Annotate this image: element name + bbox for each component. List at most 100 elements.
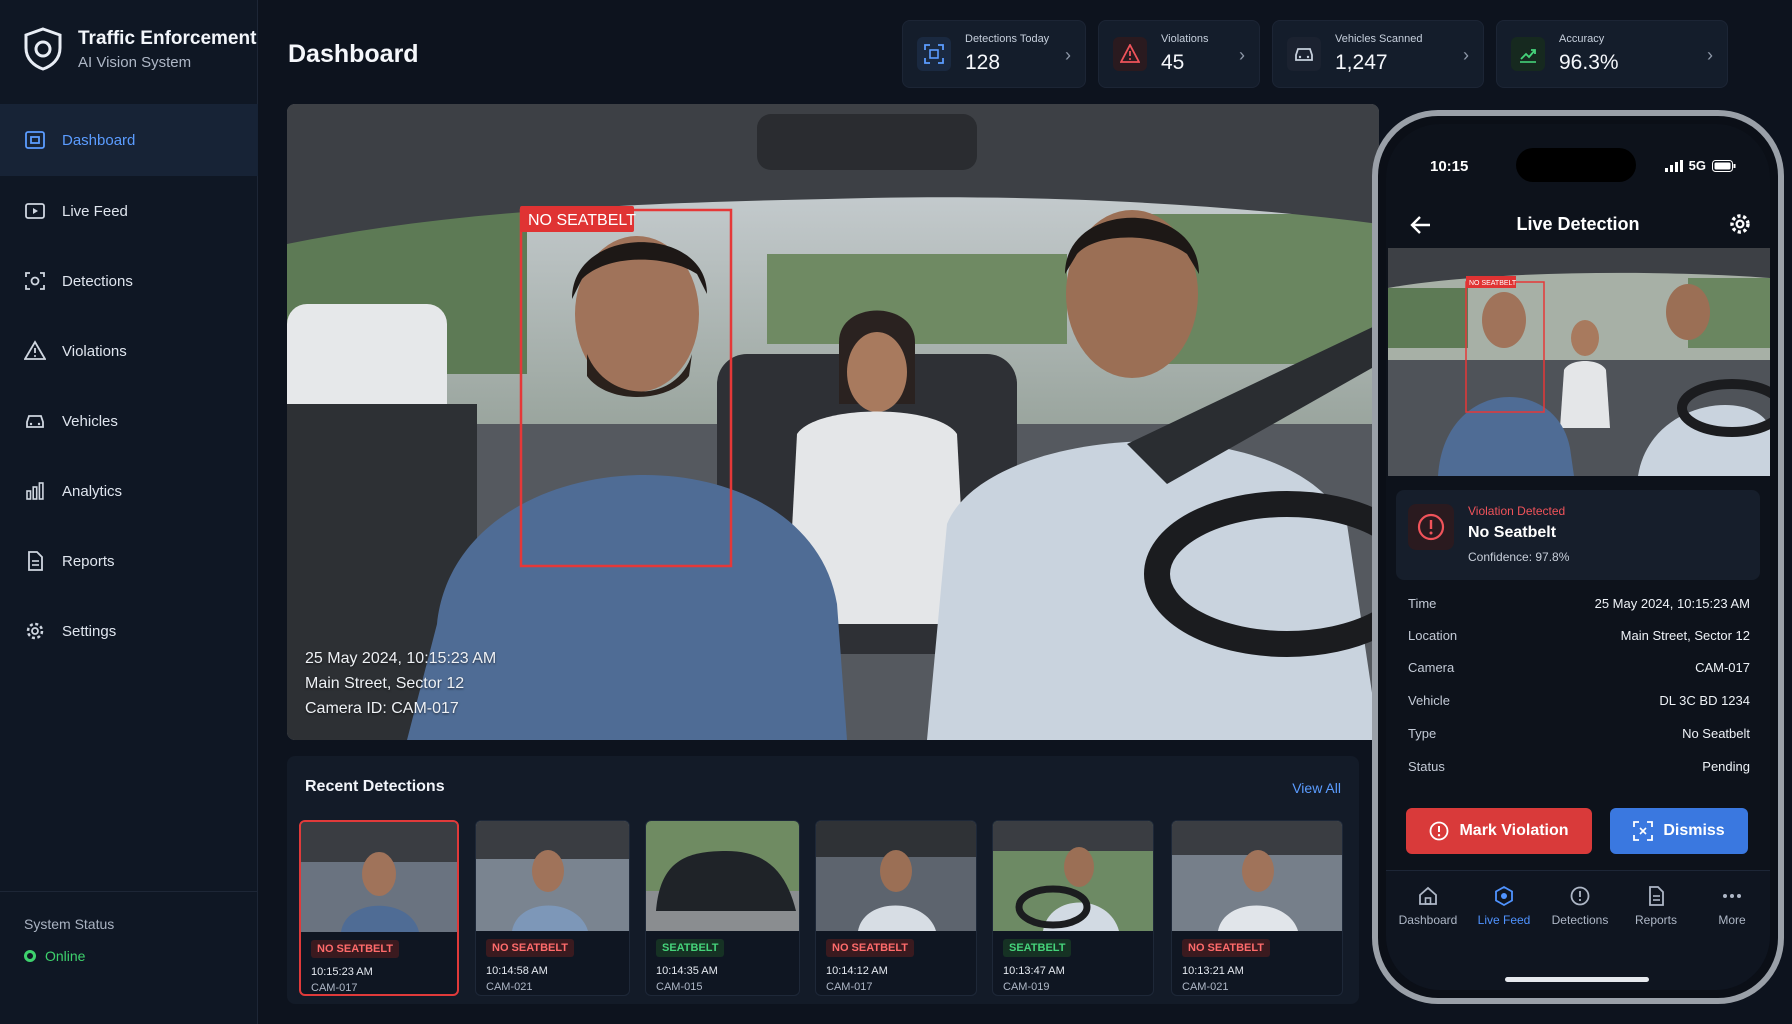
signal-icon (1664, 159, 1683, 172)
app-title: Traffic Enforcement (78, 27, 257, 49)
alert-circle-icon (1570, 886, 1590, 906)
tab-more[interactable]: More (1694, 885, 1770, 927)
tab-label: Detections (1551, 913, 1609, 927)
phone-mockup: 10:15 5G Live Detection NO SEATBELT Viol… (1372, 110, 1784, 1004)
sidebar-item-label: Reports (62, 552, 115, 570)
phone-live-feed[interactable]: NO SEATBELT (1388, 248, 1770, 476)
sidebar-item-label: Dashboard (62, 131, 136, 149)
car-interior-image: NO SEATBELT (287, 104, 1379, 740)
status-badge: NO SEATBELT (486, 939, 574, 957)
detail-key: Time (1408, 596, 1437, 611)
stat-card-accuracy[interactable]: Accuracy 96.3% › (1496, 20, 1728, 88)
sidebar-divider (0, 891, 258, 892)
chevron-right-icon: › (1463, 45, 1469, 65)
detail-row-location: Location Main Street, Sector 12 (1408, 628, 1750, 643)
sidebar-item-live-feed[interactable]: Live Feed (0, 176, 258, 246)
detection-thumbnail[interactable]: NO SEATBELT 10:14:12 AM CAM-017 (815, 820, 977, 996)
gear-icon (26, 622, 44, 640)
chevron-right-icon: › (1239, 45, 1245, 65)
detail-row-time: Time 25 May 2024, 10:15:23 AM (1408, 596, 1750, 611)
detail-row-type: Type No Seatbelt (1408, 726, 1750, 741)
sidebar-item-label: Detections (62, 272, 133, 290)
app-root: Traffic Enforcement AI Vision System Das… (0, 0, 1792, 1024)
detection-thumbnail[interactable]: SEATBELT 10:13:47 AM CAM-019 (992, 820, 1154, 996)
sidebar-item-reports[interactable]: Reports (0, 526, 258, 596)
phone-feed-image: NO SEATBELT (1388, 248, 1770, 476)
detection-thumbnail[interactable]: NO SEATBELT 10:15:23 AM CAM-017 (299, 820, 459, 996)
tab-reports[interactable]: Reports (1618, 885, 1694, 927)
scan-icon (917, 37, 951, 71)
dynamic-island (1516, 148, 1636, 182)
document-icon (28, 551, 43, 571)
thumbnail-camera: CAM-017 (826, 981, 873, 993)
sidebar-item-vehicles[interactable]: Vehicles (0, 386, 258, 456)
detection-thumbnail[interactable]: SEATBELT 10:14:35 AM CAM-015 (645, 820, 800, 996)
tab-live-feed[interactable]: Live Feed (1466, 885, 1542, 927)
sidebar: Traffic Enforcement AI Vision System Das… (0, 0, 258, 1024)
detail-value: No Seatbelt (1682, 726, 1750, 741)
sidebar-item-dashboard[interactable]: Dashboard (0, 104, 258, 176)
tab-label: Dashboard (1398, 913, 1458, 927)
detail-row-camera: Camera CAM-017 (1408, 660, 1750, 675)
dashboard-icon (25, 131, 45, 149)
status-badge: SEATBELT (656, 939, 725, 957)
battery-icon (1712, 159, 1736, 172)
detection-thumbnail[interactable]: NO SEATBELT 10:14:58 AM CAM-021 (475, 820, 630, 996)
alert-circle-icon (1430, 821, 1449, 841)
sidebar-item-label: Live Feed (62, 202, 128, 220)
thumbnail-camera: CAM-021 (1182, 981, 1229, 993)
sidebar-item-label: Vehicles (62, 412, 118, 430)
sidebar-item-analytics[interactable]: Analytics (0, 456, 258, 526)
stat-card-detections[interactable]: Detections Today 128 › (902, 20, 1086, 88)
thumbnail-image (646, 821, 799, 931)
detection-thumbnail[interactable]: NO SEATBELT 10:13:21 AM CAM-021 (1171, 820, 1343, 996)
stat-value: 128 (965, 51, 1001, 74)
dismiss-button[interactable]: Dismiss (1610, 808, 1748, 854)
status-dot-icon (24, 950, 36, 962)
thumbnail-camera: CAM-015 (656, 981, 703, 993)
tab-dashboard[interactable]: Dashboard (1390, 885, 1466, 927)
detail-key: Vehicle (1408, 693, 1450, 708)
sidebar-item-settings[interactable]: Settings (0, 596, 258, 666)
sidebar-nav: Dashboard Live Feed Detections Violation… (0, 104, 258, 666)
tab-detections[interactable]: Detections (1542, 885, 1618, 927)
thumbnail-time: 10:14:12 AM (826, 965, 888, 977)
system-status: Online (24, 948, 85, 964)
detail-value: Main Street, Sector 12 (1620, 628, 1750, 643)
gear-icon[interactable] (1728, 212, 1752, 236)
tab-label: Reports (1634, 913, 1678, 927)
tab-label: Live Feed (1477, 913, 1531, 927)
sidebar-item-label: Settings (62, 622, 117, 640)
detail-key: Status (1408, 759, 1445, 774)
shield-logo-icon (24, 27, 62, 71)
mark-violation-button[interactable]: Mark Violation (1406, 808, 1592, 854)
recent-detections-title: Recent Detections (305, 778, 445, 795)
phone-clock: 10:15 (1430, 158, 1469, 175)
phone-header: Live Detection (1386, 206, 1770, 246)
system-status-label: System Status (24, 916, 115, 932)
chevron-right-icon: › (1707, 45, 1713, 65)
violation-alert-card: Violation Detected No Seatbelt Confidenc… (1396, 490, 1760, 580)
home-indicator (1505, 977, 1649, 982)
stat-label: Vehicles Scanned (1335, 33, 1423, 45)
stat-value: 1,247 (1335, 51, 1388, 74)
camera-feed[interactable]: NO SEATBELT 25 May 2024, 10:15:23 AM Mai… (287, 104, 1379, 740)
stat-label: Accuracy (1559, 33, 1605, 45)
feed-camera-id: Camera ID: CAM-017 (305, 700, 459, 717)
phone-title: Live Detection (1516, 214, 1640, 234)
car-icon (1287, 37, 1321, 71)
sidebar-item-violations[interactable]: Violations (0, 316, 258, 386)
phone-tab-bar: Dashboard Live Feed Detections Reports M… (1386, 870, 1770, 990)
phone-screen: 10:15 5G Live Detection NO SEATBELT Viol… (1386, 124, 1770, 990)
app-subtitle: AI Vision System (78, 53, 192, 71)
stat-value: 45 (1161, 51, 1185, 74)
phone-status-bar: 5G (1664, 158, 1736, 173)
status-badge: SEATBELT (1003, 939, 1072, 957)
status-badge: NO SEATBELT (311, 940, 399, 958)
view-all-link[interactable]: View All (1292, 780, 1341, 796)
stat-card-vehicles[interactable]: Vehicles Scanned 1,247 › (1272, 20, 1484, 88)
thumbnail-camera: CAM-019 (1003, 981, 1050, 993)
detail-value: Pending (1702, 759, 1750, 774)
sidebar-item-detections[interactable]: Detections (0, 246, 258, 316)
stat-card-violations[interactable]: Violations 45 › (1098, 20, 1260, 88)
